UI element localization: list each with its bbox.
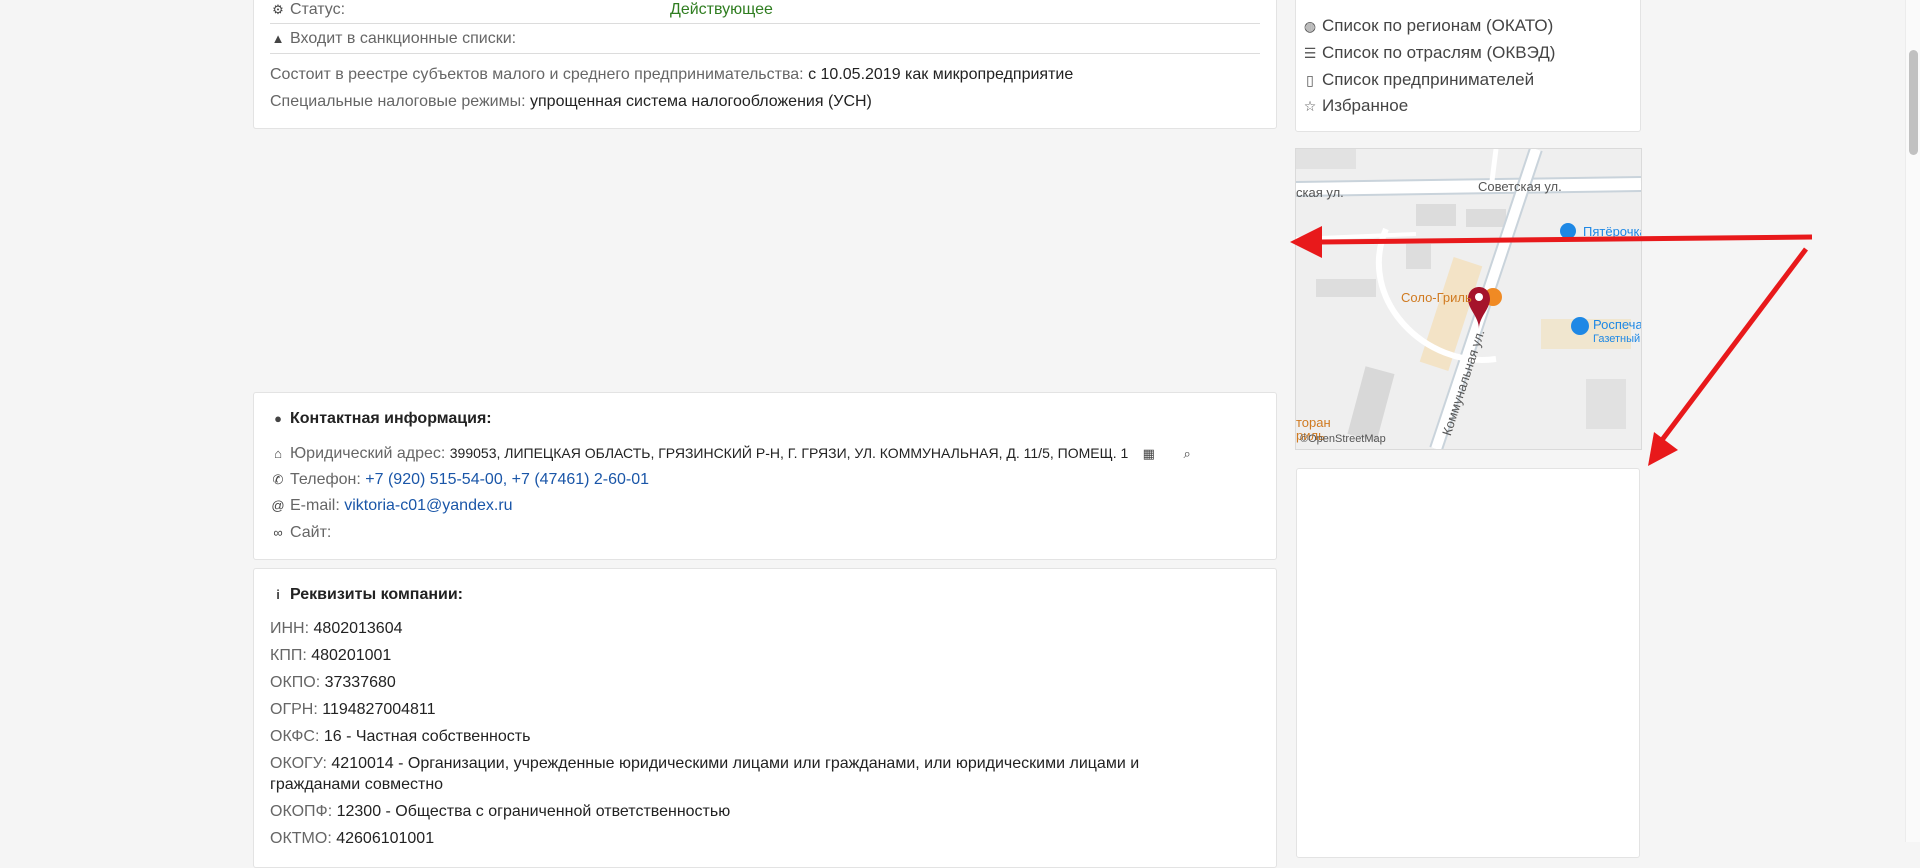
location-map[interactable]: ская ул. Советская ул. Пятёрочка Соло-Гр… <box>1295 148 1642 450</box>
sanctions-row: ▲ Входит в санкционные списки: <box>270 29 1260 49</box>
sidebar-link-label: Список предпринимателей <box>1322 70 1535 89</box>
sidebar-link-label: Избранное <box>1322 96 1409 115</box>
sidebar-link-favorites[interactable]: ☆ Избранное <box>1302 96 1408 116</box>
divider <box>270 53 1260 54</box>
requisite-inn: ИНН: 4802013604 <box>270 620 403 637</box>
site-row: ∞ Сайт: <box>270 523 1260 543</box>
phone-row: ✆ Телефон: +7 (920) 515-54-00, +7 (47461)… <box>270 470 1260 490</box>
phone-label: Телефон: <box>290 471 361 488</box>
contacts-heading: ● Контактная информация: <box>270 409 1260 429</box>
phone-icon: ✆ <box>272 472 284 487</box>
star-icon: ☆ <box>1303 98 1317 114</box>
sidebar-link-label: Список по регионам (ОКАТО) <box>1322 16 1554 35</box>
home-icon: ⌂ <box>274 446 282 461</box>
at-icon: @ <box>271 498 285 513</box>
map-poi-label: Соло-Гриль <box>1401 290 1472 305</box>
requisite-okogu: ОКОГУ: 4210014 - Организации, учрежденны… <box>270 755 1140 772</box>
info-icon: i <box>276 587 280 602</box>
sanctions-label: Входит в санкционные списки: <box>290 30 517 47</box>
map-attribution[interactable]: ©OpenStreetMap <box>1300 433 1386 445</box>
address-row: ⌂ Юридический адрес: 399053, ЛИПЕЦКАЯ ОБЛ… <box>270 443 1260 464</box>
phone-link[interactable]: +7 (47461) 2-60-01 <box>512 471 649 488</box>
sidebar-links-card: ◍ Список по регионам (ОКАТО) ☰ Список по о… <box>1295 0 1641 132</box>
requisite-okopf: ОКОПФ: 12300 - Общества с ограниченной о… <box>270 803 731 820</box>
requisite-oktmo: ОКТМО: 42606101001 <box>270 830 435 847</box>
search-icon[interactable]: ⌕ <box>1179 444 1195 464</box>
requisite-okpo: ОКПО: 37337680 <box>270 674 396 691</box>
sidebar-link-entrepreneurs[interactable]: ▯ Список предпринимателей <box>1302 70 1534 90</box>
requisites-card: i Реквизиты компании: ИНН: 4802013604 КПП… <box>253 568 1277 868</box>
requisite-okogu-cont: гражданами совместно <box>270 776 444 793</box>
requisite-okfs: ОКФС: 16 - Частная собственность <box>270 728 531 745</box>
divider <box>270 23 1260 24</box>
tax-label: Специальные налоговые режимы: <box>270 93 526 110</box>
map-street-label: Советская ул. <box>1478 179 1562 194</box>
map-poi-label: Пятёрочка <box>1583 224 1642 239</box>
requisite-kpp: КПП: 480201001 <box>270 647 392 664</box>
address-book-icon: ▯ <box>1306 72 1314 88</box>
phone-link[interactable]: +7 (920) 515-54-00 <box>365 471 502 488</box>
status-card: ⚙ Статус: Действующее ▲ Входит в санкционн… <box>253 0 1277 129</box>
requisites-heading: i Реквизиты компании: <box>270 585 1260 605</box>
email-label: E-mail: <box>290 497 340 514</box>
msp-label: Состоит в реестре субъектов малого и сре… <box>270 66 804 83</box>
email-row: @ E-mail: viktoria-c01@yandex.ru <box>270 496 1260 516</box>
phone-separator: , <box>502 471 508 488</box>
sidebar-empty-card <box>1296 468 1640 858</box>
warning-icon: ▲ <box>271 31 285 46</box>
email-link[interactable]: viktoria-c01@yandex.ru <box>344 497 512 514</box>
address-value: 399053, ЛИПЕЦКАЯ ОБЛАСТЬ, ГРЯЗИНСКИЙ Р-Н… <box>449 445 1129 461</box>
arrowhead-down-icon <box>1648 432 1678 466</box>
contacts-card: ● Контактная информация: ⌂ Юридический адр… <box>253 392 1277 560</box>
status-label: Статус: <box>290 1 346 18</box>
status-row: ⚙ Статус: Действующее <box>270 0 1260 20</box>
msp-row: Состоит в реестре субъектов малого и сре… <box>270 65 1260 85</box>
tax-value: упрощенная система налогообложения (УСН) <box>530 93 872 110</box>
page-scrollbar[interactable] <box>1905 0 1920 842</box>
scrollbar-thumb[interactable] <box>1909 50 1918 155</box>
globe-icon: ◍ <box>1303 18 1317 34</box>
sidebar-link-label: Список по отраслям (ОКВЭД) <box>1322 43 1556 62</box>
status-value: Действующее <box>670 1 773 18</box>
gears-icon: ⚙ <box>272 2 284 17</box>
msp-value: с 10.05.2019 как микропредприятие <box>808 66 1074 83</box>
map-poi-label: Роспечать <box>1593 317 1642 332</box>
link-icon: ∞ <box>273 525 283 540</box>
map-street-label: ская ул. <box>1296 185 1344 200</box>
arrow-to-empty-card <box>1660 247 1808 442</box>
site-label: Сайт: <box>290 524 332 541</box>
requisite-ogrn: ОГРН: 1194827004811 <box>270 701 436 718</box>
sidebar-link-industries[interactable]: ☰ Список по отраслям (ОКВЭД) <box>1302 43 1556 63</box>
sidebar-link-regions[interactable]: ◍ Список по регионам (ОКАТО) <box>1302 16 1553 36</box>
address-label: Юридический адрес: <box>290 445 446 462</box>
tax-row: Специальные налоговые режимы: упрощенная… <box>270 92 1260 112</box>
map-marker-icon: ● <box>274 411 282 426</box>
list-icon: ☰ <box>1303 45 1317 61</box>
map-poi-label: Газетный <box>1593 333 1641 345</box>
map-icon[interactable]: ▦ <box>1141 444 1157 464</box>
